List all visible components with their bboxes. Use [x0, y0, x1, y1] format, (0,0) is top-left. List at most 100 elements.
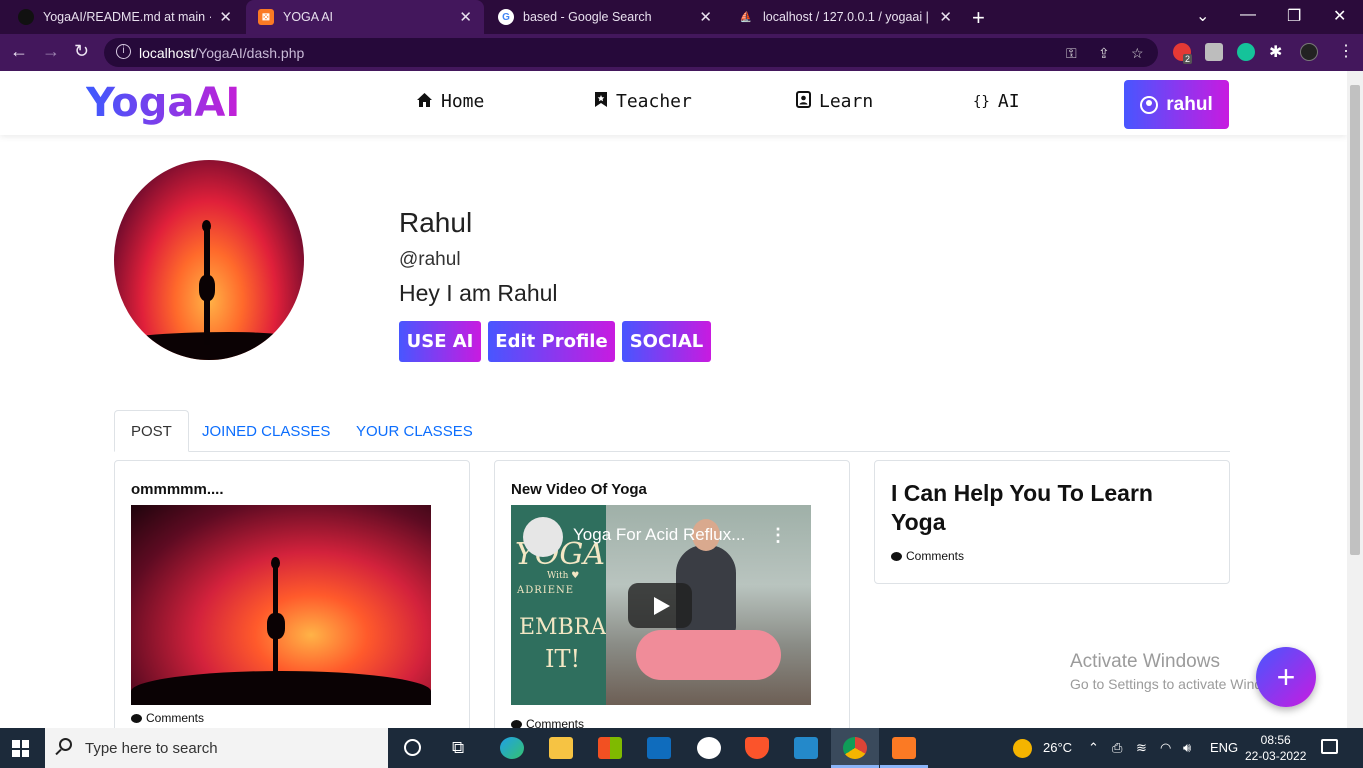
close-tab-icon[interactable]: ✕ — [459, 8, 472, 26]
tray-device-icon[interactable]: ⎙ — [1112, 740, 1122, 756]
windows-taskbar: Type here to search ⧉ 26°C ⌃ ⎙ ≋ ◠ 🔊︎ EN… — [0, 728, 1363, 768]
close-window-button[interactable]: ✕ — [1333, 6, 1346, 26]
post-title: New Video Of Yoga — [511, 481, 647, 498]
taskbar-search-box[interactable]: Type here to search — [45, 728, 388, 768]
browser-tab-google[interactable]: G based - Google Search ✕ — [486, 0, 724, 34]
user-circle-icon — [1140, 95, 1159, 114]
extensions-puzzle-icon[interactable]: ✱ — [1269, 42, 1282, 62]
url-text[interactable]: localhost/YogaAI/dash.php — [139, 45, 304, 61]
word-app-icon[interactable] — [697, 737, 721, 759]
use-ai-button[interactable]: USE AI — [399, 321, 481, 362]
web-page: YogaAI Home Teacher Learn {} AI rahul Ra… — [0, 71, 1347, 728]
weather-sun-icon[interactable] — [1013, 739, 1032, 758]
site-info-icon[interactable]: i — [116, 44, 131, 59]
brave-icon[interactable] — [745, 737, 769, 759]
nav-label: Learn — [819, 91, 874, 112]
nav-teacher[interactable]: Teacher — [594, 91, 692, 112]
site-logo[interactable]: YogaAI — [86, 80, 240, 126]
post-card: ommmmm.... Comments — [114, 460, 470, 728]
browser-toolbar: ← → ↻ i localhost/YogaAI/dash.php ⚿ ⇪ ☆ … — [0, 34, 1363, 71]
cortana-icon[interactable] — [404, 739, 421, 756]
store-icon[interactable] — [598, 737, 622, 759]
browser-menu-icon[interactable]: ⋮ — [1338, 41, 1354, 61]
key-icon[interactable]: ⚿ — [1066, 45, 1077, 62]
browser-tab-yoga-ai[interactable]: ⊠ YOGA AI ✕ — [246, 0, 484, 34]
nav-ai[interactable]: {} AI — [973, 91, 1020, 112]
grammarly-icon[interactable] — [1237, 43, 1255, 61]
new-tab-button[interactable]: + — [972, 5, 985, 31]
mail-icon[interactable] — [647, 737, 671, 759]
profile-avatar-icon[interactable] — [1300, 43, 1318, 61]
video-title[interactable]: Yoga For Acid Reflux... — [573, 525, 745, 545]
tray-wifi-icon[interactable]: ◠ — [1160, 740, 1171, 756]
youtube-embed[interactable]: YOGA With ♥ ADRIENE EMBRACE IT! Yoga For… — [511, 505, 811, 705]
tray-volume-icon[interactable]: 🔊︎ — [1183, 740, 1191, 756]
search-placeholder: Type here to search — [85, 740, 218, 757]
weather-temp[interactable]: 26°C — [1043, 740, 1072, 755]
close-tab-icon[interactable]: ✕ — [219, 8, 232, 26]
comments-link[interactable]: Comments — [131, 711, 204, 725]
edit-profile-button[interactable]: Edit Profile — [488, 321, 615, 362]
site-header: YogaAI Home Teacher Learn {} AI rahul — [0, 71, 1347, 135]
post-image[interactable] — [131, 505, 431, 705]
user-menu-button[interactable]: rahul — [1124, 80, 1229, 129]
taskbar-clock[interactable]: 08:56 22-03-2022 — [1245, 732, 1306, 764]
minimize-button[interactable]: — — [1240, 6, 1256, 24]
play-icon[interactable] — [628, 583, 692, 628]
comments-link[interactable]: Comments — [891, 549, 964, 563]
forward-button[interactable]: → — [42, 41, 60, 62]
tab-title: YOGA AI — [283, 10, 334, 24]
add-post-fab[interactable]: + — [1256, 647, 1316, 707]
page-scrollbar[interactable] — [1347, 71, 1363, 728]
profile-avatar — [114, 160, 304, 360]
social-button[interactable]: SOCIAL — [622, 321, 711, 362]
tab-post[interactable]: POST — [114, 410, 189, 452]
video-more-icon[interactable]: ⋮ — [769, 525, 787, 546]
post-title: ommmmm.... — [131, 481, 224, 498]
back-button[interactable]: ← — [10, 41, 28, 62]
nav-home[interactable]: Home — [416, 91, 484, 112]
extension-gray-icon[interactable] — [1205, 43, 1223, 61]
vscode-icon[interactable] — [794, 737, 818, 759]
user-button-label: rahul — [1166, 93, 1213, 115]
share-icon[interactable]: ⇪ — [1098, 45, 1110, 62]
tray-network-icon[interactable]: ≋ — [1136, 740, 1147, 756]
nav-label: AI — [997, 91, 1020, 112]
reload-button[interactable]: ↻ — [74, 41, 89, 62]
close-tab-icon[interactable]: ✕ — [699, 8, 712, 26]
nav-label: Teacher — [616, 91, 692, 112]
scrollbar-thumb[interactable] — [1350, 85, 1360, 555]
nav-label: Home — [441, 91, 485, 112]
tab-search-icon[interactable]: ⌄ — [1196, 6, 1209, 26]
bookmark-star-icon[interactable]: ☆ — [1131, 45, 1144, 62]
tab-your-classes[interactable]: YOUR CLASSES — [356, 410, 473, 452]
tab-title: localhost / 127.0.0.1 / yogaai | ph — [763, 10, 932, 24]
activate-windows-title: Activate Windows — [1070, 651, 1220, 672]
windows-start-icon[interactable] — [12, 740, 29, 757]
search-icon — [59, 738, 72, 751]
task-view-icon[interactable]: ⧉ — [452, 738, 464, 758]
maximize-button[interactable]: ❐ — [1287, 6, 1301, 26]
tray-chevron-icon[interactable]: ⌃ — [1088, 740, 1099, 756]
post-card: I Can Help You To Learn Yoga Comments — [874, 460, 1230, 584]
file-explorer-icon[interactable] — [549, 737, 573, 759]
braces-icon: {} — [973, 93, 990, 110]
notifications-icon[interactable] — [1321, 739, 1338, 754]
xampp-taskbar-icon[interactable] — [892, 737, 916, 759]
close-tab-icon[interactable]: ✕ — [939, 8, 952, 26]
nav-learn[interactable]: Learn — [796, 91, 873, 112]
tray-language[interactable]: ENG — [1210, 740, 1238, 755]
channel-avatar[interactable] — [523, 517, 563, 557]
edge-icon[interactable] — [500, 737, 524, 759]
xampp-icon: ⊠ — [258, 9, 274, 25]
browser-tab-github[interactable]: YogaAI/README.md at main · Ro ✕ — [6, 0, 244, 34]
address-bar[interactable]: i localhost/YogaAI/dash.php ⚿ ⇪ ☆ — [104, 38, 1158, 67]
chrome-icon[interactable] — [843, 737, 867, 759]
comments-link[interactable]: Comments — [511, 717, 584, 728]
browser-tab-strip: YogaAI/README.md at main · Ro ✕ ⊠ YOGA A… — [0, 0, 1363, 34]
google-icon: G — [498, 9, 514, 25]
profile-tabs: POST JOINED CLASSES YOUR CLASSES — [114, 410, 1230, 452]
extension-badge: 2 — [1183, 54, 1193, 64]
tab-joined-classes[interactable]: JOINED CLASSES — [202, 410, 330, 452]
browser-tab-phpmyadmin[interactable]: ⛵ localhost / 127.0.0.1 / yogaai | ph ✕ — [726, 0, 964, 34]
